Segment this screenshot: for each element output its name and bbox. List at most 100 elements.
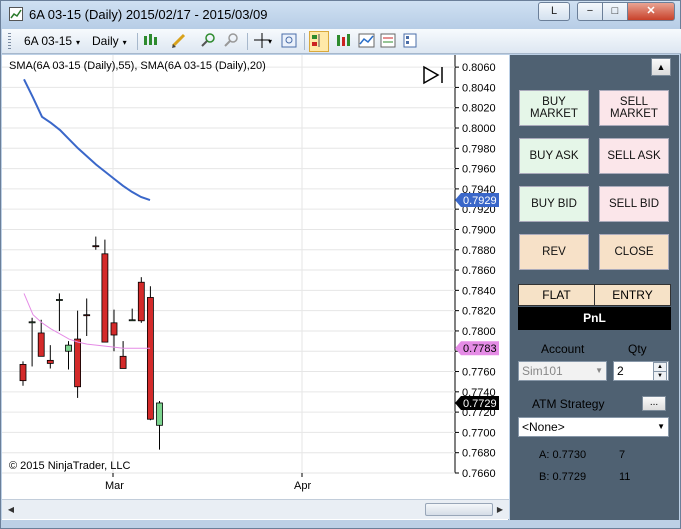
toolbar-separator [304, 33, 305, 50]
scroll-to-end-icon[interactable] [422, 65, 446, 88]
window-title: 6A 03-15 (Daily) 2015/02/17 - 2015/03/09 [29, 7, 268, 22]
indicators-icon[interactable] [357, 32, 377, 51]
candle-body [92, 245, 100, 248]
reverse-button[interactable]: REV [519, 234, 589, 270]
price-tick-label: 0.7980 [462, 143, 496, 155]
price-chart[interactable]: 0.8060 0.8040 0.8020 0.8000 0.7980 0.7960 0.79… [2, 55, 509, 520]
sell-ask-button[interactable]: SELL ASK [599, 138, 669, 174]
bid-price: B: 0.7729 [539, 471, 587, 483]
instrument-selector[interactable]: 6A 03-15 ▾ [24, 32, 80, 51]
sell-bid-button[interactable]: SELL BID [599, 186, 669, 222]
atm-strategy-select[interactable]: <None> ▼ [518, 417, 669, 437]
chart-canvas[interactable]: 0.8060 0.8040 0.8020 0.8000 0.7980 0.7960 0.79… [2, 55, 509, 499]
candle-body [128, 319, 136, 322]
data-box-icon[interactable] [280, 32, 300, 51]
zoom-in-icon[interactable] [199, 32, 219, 51]
candle-body [74, 338, 81, 388]
position-entry: ENTRY [612, 288, 653, 302]
candle-body [110, 322, 118, 336]
candle-body [137, 281, 145, 322]
price-tick-label: 0.7680 [462, 448, 496, 460]
candle-body [146, 297, 154, 420]
atm-strategy-label: ATM Strategy [532, 397, 605, 411]
buy-ask-button[interactable]: BUY ASK [519, 138, 589, 174]
account-value: Sim101 [522, 364, 563, 378]
bar-type-icon[interactable] [334, 32, 354, 51]
sma-55-line [23, 78, 151, 201]
interval-selector[interactable]: Daily ▾ [92, 32, 127, 51]
toolbar-grip[interactable] [8, 33, 11, 50]
sell-market-button[interactable]: SELL MARKET [599, 90, 669, 126]
scroll-right-icon[interactable]: ▶ [493, 503, 507, 516]
chart-app-icon [9, 7, 23, 21]
ask-size: 7 [619, 449, 626, 461]
price-marker-label: 0.7729 [463, 398, 497, 410]
atm-strategy-value: <None> [522, 420, 565, 434]
close-position-button[interactable]: CLOSE [599, 234, 669, 270]
price-tick-label: 0.8000 [462, 123, 496, 135]
quantity-value: 2 [617, 364, 624, 378]
position-status: FLAT ENTRY [518, 284, 671, 306]
close-window-button[interactable]: ✕ [627, 2, 675, 21]
price-marker-label: 0.7929 [463, 195, 497, 207]
candle-body [28, 321, 36, 324]
candle-body [65, 344, 72, 352]
indicator-label: SMA(6A 03-15 (Daily),55), SMA(6A 03-15 (… [9, 60, 266, 72]
price-tick-label: 0.7900 [462, 224, 496, 236]
chevron-down-icon: ▾ [122, 38, 127, 47]
quantity-down-icon[interactable]: ▼ [653, 371, 667, 381]
properties-icon[interactable] [401, 32, 421, 51]
price-tick-label: 0.7800 [462, 326, 496, 338]
atm-strategy-button[interactable]: ... [642, 396, 666, 411]
collapse-panel-button[interactable]: ▲ [651, 58, 671, 76]
candle-body [83, 314, 91, 317]
scroll-left-icon[interactable]: ◀ [4, 503, 18, 516]
chevron-down-icon[interactable]: ▾ [265, 32, 275, 51]
chevron-down-icon: ▾ [76, 38, 81, 47]
candle-body [119, 355, 127, 369]
price-tick-label: 0.8040 [462, 82, 496, 94]
chart-toolbar: 6A 03-15 ▾ Daily ▾ ▾ [2, 29, 681, 54]
candle-body [19, 364, 27, 382]
buy-market-button[interactable]: BUY MARKET [519, 90, 589, 126]
chevron-down-icon: ▼ [595, 366, 603, 375]
qty-label: Qty [628, 342, 647, 356]
time-tick-label: Apr [294, 480, 311, 492]
price-tick-label: 0.7660 [462, 468, 496, 480]
interval-label: Daily [92, 34, 119, 48]
price-marker-label: 0.7783 [463, 343, 497, 355]
price-tick-label: 0.7700 [462, 427, 496, 439]
toolbar-separator [247, 33, 248, 50]
instrument-label: 6A 03-15 [24, 34, 73, 48]
copyright-text: © 2015 NinjaTrader, LLC [9, 460, 131, 472]
pnl-display: PnL [518, 307, 671, 330]
candle-body [37, 332, 45, 357]
chart-scrollbar[interactable]: ◀ ▶ [2, 499, 509, 519]
strategies-icon[interactable] [379, 32, 399, 51]
link-button[interactable]: L [538, 2, 570, 21]
zoom-out-icon[interactable] [222, 32, 242, 51]
draw-pencil-icon[interactable] [170, 32, 190, 51]
chevron-down-icon: ▼ [657, 422, 665, 431]
price-tick-label: 0.7880 [462, 245, 496, 257]
price-tick-label: 0.8020 [462, 103, 496, 115]
chart-trader-icon[interactable] [309, 31, 329, 52]
candle-body [56, 299, 63, 301]
scroll-thumb[interactable] [425, 503, 493, 516]
minimize-button[interactable]: − [577, 2, 603, 21]
price-tick-label: 0.7840 [462, 285, 496, 297]
ask-price: A: 0.7730 [539, 449, 587, 461]
chart-window: 6A 03-15 (Daily) 2015/02/17 - 2015/03/09… [0, 0, 681, 529]
title-bar[interactable]: 6A 03-15 (Daily) 2015/02/17 - 2015/03/09… [1, 1, 680, 29]
bid-size: 11 [619, 471, 631, 483]
account-select[interactable]: Sim101 ▼ [518, 361, 607, 381]
price-tick-label: 0.8060 [462, 62, 496, 74]
chart-trader-panel: ▲ BUY MARKET SELL MARKET BUY ASK SELL AS… [510, 55, 679, 520]
buy-bid-button[interactable]: BUY BID [519, 186, 589, 222]
account-label: Account [541, 342, 585, 356]
time-tick-label: Mar [105, 480, 124, 492]
chart-style-icon[interactable] [142, 32, 162, 51]
maximize-button[interactable]: □ [602, 2, 628, 21]
price-tick-label: 0.7860 [462, 265, 496, 277]
toolbar-separator [137, 33, 138, 50]
